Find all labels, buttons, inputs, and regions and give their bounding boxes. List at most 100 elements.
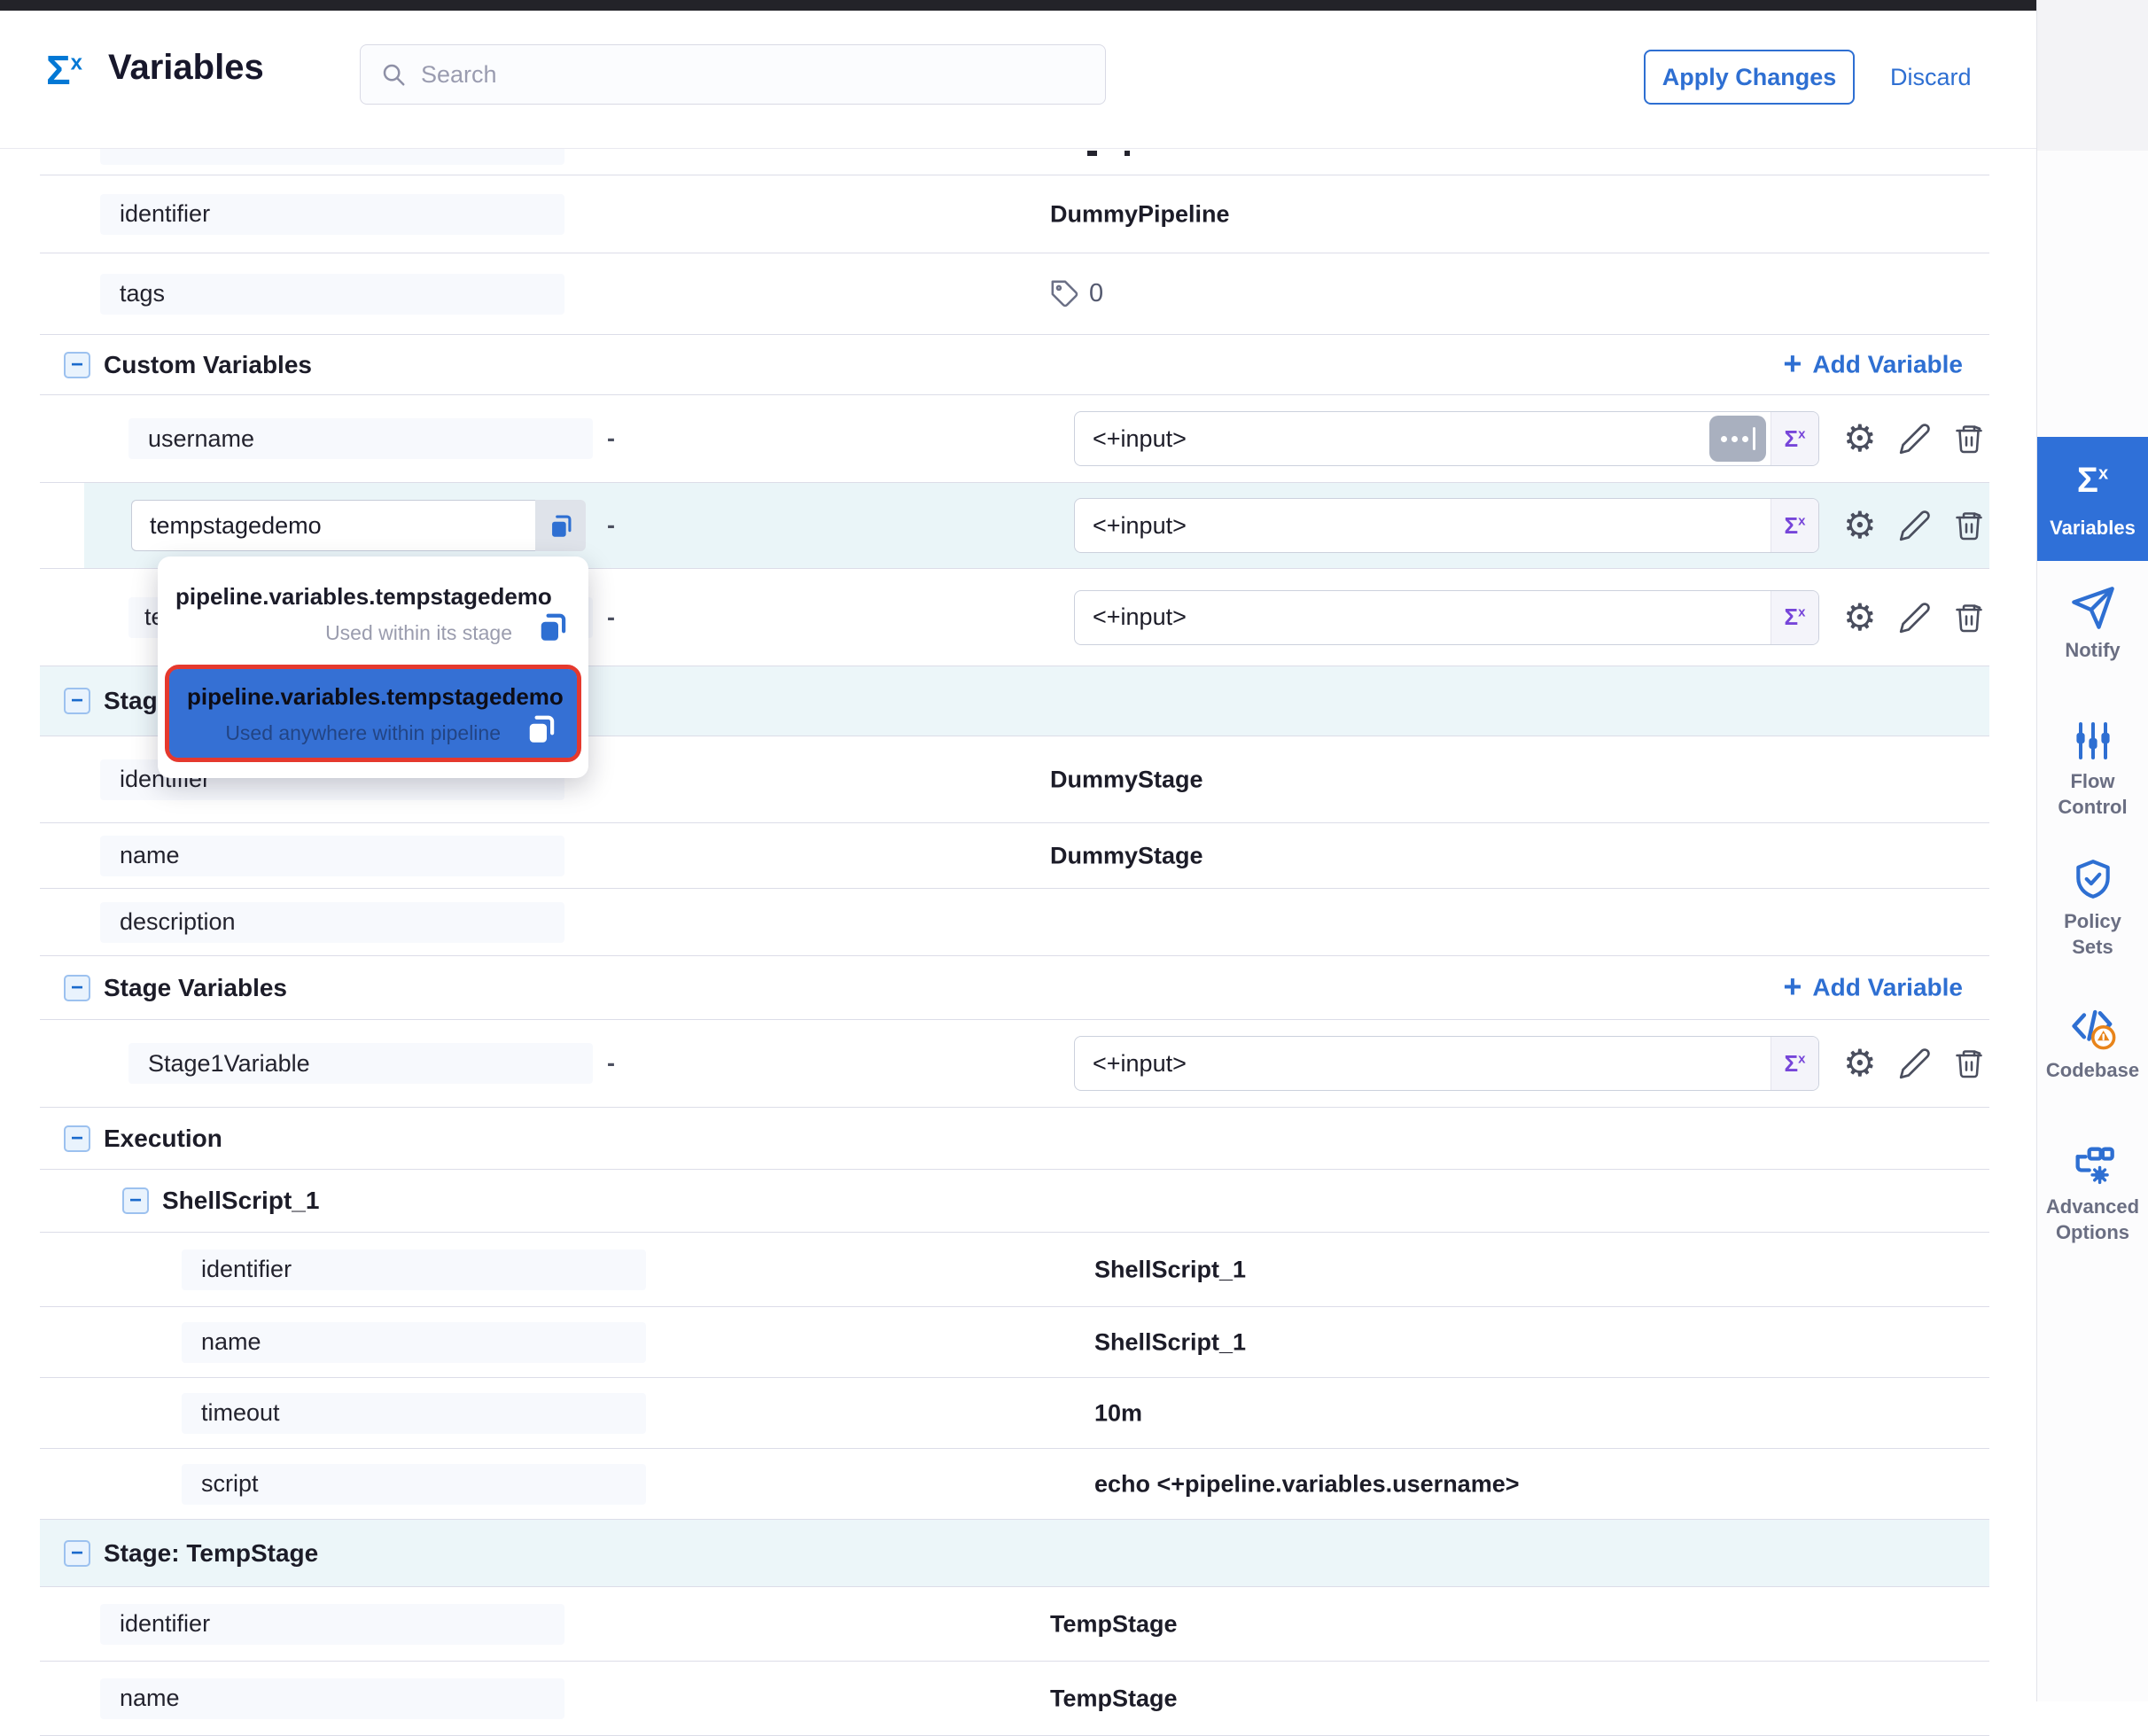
option-title: pipeline.variables.tempstagedemo: [175, 583, 571, 611]
description-label: description: [100, 902, 564, 943]
dropdown-option-pipeline-scope[interactable]: pipeline.variables.tempstagedemo Used an…: [169, 669, 577, 758]
sidebar-item-flow-control[interactable]: Flow Control: [2037, 720, 2148, 820]
section-title: Execution: [104, 1125, 222, 1153]
table-row: identifier TempStage: [40, 1587, 1989, 1662]
sidebar-item-advanced-options[interactable]: Advanced Options: [2037, 1141, 2148, 1245]
sidebar-item-policy-sets[interactable]: Policy Sets: [2037, 858, 2148, 960]
identifier-value: ShellScript_1: [1094, 1256, 1246, 1283]
settings-gear-icon[interactable]: ⚙: [1843, 1045, 1877, 1082]
variable-name-label: username: [128, 418, 593, 459]
collapse-icon[interactable]: −: [64, 975, 90, 1001]
table-row: identifier ShellScript_1: [40, 1233, 1989, 1307]
plus-icon: +: [1783, 970, 1802, 1002]
table-row-clipped: [40, 149, 1989, 175]
script-label: script: [182, 1464, 646, 1505]
input-value: <+input>: [1075, 425, 1709, 453]
delete-trash-icon[interactable]: [1953, 1047, 1985, 1080]
variable-value-input[interactable]: <+input> Σx: [1074, 1036, 1819, 1091]
settings-gear-icon[interactable]: ⚙: [1843, 599, 1877, 636]
expression-type-button[interactable]: Σx: [1771, 412, 1818, 465]
settings-gear-icon[interactable]: ⚙: [1843, 507, 1877, 544]
clipped-text-fragment: [1087, 151, 1097, 156]
section-header-shellscript: − ShellScript_1: [40, 1170, 1989, 1233]
delete-trash-icon[interactable]: [1953, 422, 1985, 455]
separator-dash: -: [607, 1050, 615, 1078]
sidebar-item-label: Flow Control: [2049, 769, 2137, 820]
copy-path-dropdown: pipeline.variables.tempstagedemo Used wi…: [158, 557, 588, 778]
timeout-value: 10m: [1094, 1399, 1142, 1427]
name-value: TempStage: [1050, 1685, 1178, 1712]
sidebar-item-label: Advanced Options: [2044, 1195, 2142, 1245]
dropdown-option-stage-scope[interactable]: pipeline.variables.tempstagedemo Used wi…: [158, 567, 588, 658]
variables-sigma-logo-icon: Σx: [46, 46, 82, 94]
tag-icon: [1050, 279, 1080, 309]
expression-type-button[interactable]: Σx: [1771, 1037, 1818, 1090]
discard-button[interactable]: Discard: [1890, 50, 1972, 105]
delete-trash-icon[interactable]: [1953, 509, 1985, 542]
expression-type-button[interactable]: Σx: [1771, 499, 1818, 552]
sidebar-item-codebase[interactable]: Codebase: [2037, 1003, 2148, 1084]
name-value: ShellScript_1: [1094, 1328, 1246, 1356]
expression-type-button[interactable]: Σx: [1771, 591, 1818, 644]
section-title: ShellScript_1: [162, 1187, 319, 1215]
paper-plane-icon: [2070, 585, 2116, 631]
collapse-icon[interactable]: −: [122, 1187, 149, 1214]
variable-name-input[interactable]: tempstagedemo: [131, 500, 586, 551]
sidebar-item-variables[interactable]: Σx Variables: [2037, 437, 2148, 561]
identifier-value: DummyPipeline: [1050, 200, 1230, 228]
copy-icon[interactable]: [533, 608, 571, 645]
search-icon: [380, 61, 407, 88]
add-variable-button[interactable]: + Add Variable: [1783, 973, 1963, 1002]
table-row: name DummyStage: [40, 823, 1989, 889]
collapse-icon[interactable]: −: [64, 352, 90, 378]
variable-value-input[interactable]: <+input> Σx: [1074, 590, 1819, 645]
section-title: Stag: [104, 687, 158, 715]
variable-row-stage1variable: Stage1Variable - <+input> Σx ⚙: [40, 1020, 1989, 1108]
edit-pencil-icon[interactable]: [1898, 509, 1932, 542]
option-subtitle: Used within its stage: [175, 621, 571, 645]
table-row: timeout 10m: [40, 1378, 1989, 1449]
annotation-highlight-ring: pipeline.variables.tempstagedemo Used an…: [165, 665, 581, 762]
collapse-icon[interactable]: −: [64, 1540, 90, 1567]
text-cursor-icon: [1709, 416, 1766, 462]
sidebar-item-label: Policy Sets: [2053, 909, 2133, 960]
variables-table: identifier DummyPipeline tags 0 − Custom…: [0, 149, 2036, 1736]
sidebar-item-notify[interactable]: Notify: [2037, 585, 2148, 664]
search-input[interactable]: Search: [360, 44, 1106, 105]
add-variable-button[interactable]: + Add Variable: [1783, 350, 1963, 379]
edit-pencil-icon[interactable]: [1898, 601, 1932, 634]
table-row: name ShellScript_1: [40, 1307, 1989, 1378]
variable-value-input[interactable]: <+input> Σx: [1074, 498, 1819, 553]
delete-trash-icon[interactable]: [1953, 601, 1985, 634]
right-sidebar: Σx Variables Notify Flow Control Policy …: [2036, 0, 2148, 1701]
variable-name-label: Stage1Variable: [128, 1043, 593, 1084]
copy-icon[interactable]: [522, 710, 559, 747]
collapse-icon[interactable]: −: [64, 1125, 90, 1152]
edit-pencil-icon[interactable]: [1898, 1047, 1932, 1080]
sidebar-item-label: Variables: [2050, 516, 2136, 541]
settings-gear-icon[interactable]: ⚙: [1843, 420, 1877, 457]
option-subtitle: Used anywhere within pipeline: [187, 721, 559, 745]
section-header-custom-variables: − Custom Variables + Add Variable: [40, 335, 1989, 395]
section-title: Custom Variables: [104, 351, 312, 379]
variable-value-input[interactable]: <+input> Σx: [1074, 411, 1819, 466]
collapse-icon[interactable]: −: [64, 688, 90, 714]
edit-pencil-icon[interactable]: [1898, 422, 1932, 455]
apply-changes-button[interactable]: Apply Changes: [1644, 50, 1855, 105]
input-value: <+input>: [1075, 603, 1771, 631]
table-row: name TempStage: [40, 1662, 1989, 1736]
name-label: name: [100, 836, 564, 876]
name-label: name: [182, 1322, 646, 1363]
input-value: <+input>: [1075, 1050, 1771, 1078]
top-dark-bar: [0, 0, 2036, 11]
section-header-stage-tempstage: − Stage: TempStage: [40, 1520, 1989, 1587]
separator-dash: -: [607, 512, 615, 540]
name-value: DummyStage: [1050, 842, 1203, 869]
flowchart-gear-icon: [2070, 1141, 2116, 1187]
name-label: name: [100, 1678, 564, 1719]
copy-button[interactable]: [535, 500, 586, 551]
identifier-label: identifier: [100, 1604, 564, 1645]
plus-icon: +: [1783, 347, 1802, 379]
search-placeholder: Search: [421, 61, 497, 89]
tags-badge[interactable]: 0: [1050, 279, 1103, 309]
